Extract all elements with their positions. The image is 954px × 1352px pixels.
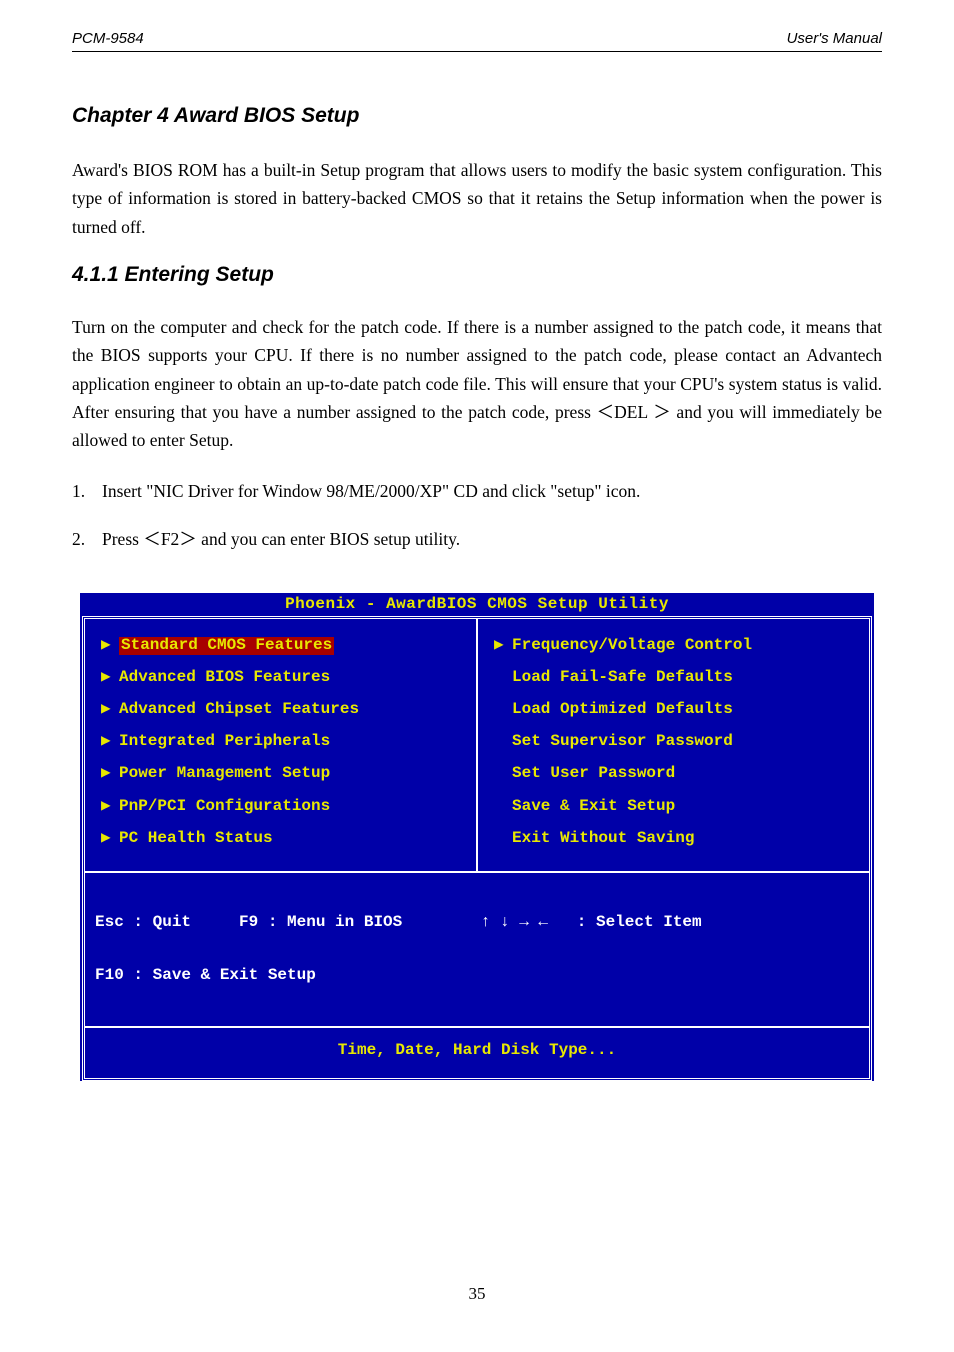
bios-menu-left: ▶Standard CMOS Features▶Advanced BIOS Fe… xyxy=(85,619,476,871)
bios-menu-item[interactable]: ▶PC Health Status xyxy=(101,830,466,848)
bios-menu-item[interactable]: ▶Integrated Peripherals xyxy=(101,733,466,751)
bios-key-line: Esc : Quit F9 : Menu in BIOS xyxy=(95,914,481,932)
submenu-arrow-icon: ▶ xyxy=(101,798,119,816)
header-left: PCM-9584 xyxy=(72,30,144,47)
section-paragraph: Turn on the computer and check for the p… xyxy=(72,313,882,455)
bios-menu-item[interactable]: Save & Exit Setup xyxy=(494,798,859,816)
bios-menu-label: Power Management Setup xyxy=(119,765,330,783)
bios-menu-item[interactable]: Exit Without Saving xyxy=(494,830,859,848)
bios-menu-label: Standard CMOS Features xyxy=(119,637,334,655)
bios-menu-label: Advanced Chipset Features xyxy=(119,701,359,719)
bios-menu-item[interactable]: ▶Advanced BIOS Features xyxy=(101,669,466,687)
bios-key-help: Esc : Quit F9 : Menu in BIOS F10 : Save … xyxy=(85,871,869,1026)
bios-menu-item[interactable]: Load Fail-Safe Defaults xyxy=(494,669,859,687)
bios-menu-label: Set User Password xyxy=(512,765,675,783)
bios-screenshot: Phoenix - AwardBIOS CMOS Setup Utility ▶… xyxy=(80,593,874,1080)
bios-menu-label: Load Optimized Defaults xyxy=(512,701,733,719)
bios-title: Phoenix - AwardBIOS CMOS Setup Utility xyxy=(80,593,874,616)
bios-menu-label: Exit Without Saving xyxy=(512,830,694,848)
submenu-arrow-icon: ▶ xyxy=(101,830,119,848)
bios-menu-label: Advanced BIOS Features xyxy=(119,669,330,687)
bios-menu-label: Frequency/Voltage Control xyxy=(512,637,752,655)
bios-menu-item[interactable]: ▶Advanced Chipset Features xyxy=(101,701,466,719)
page-number: 35 xyxy=(0,1284,954,1304)
bios-menu-item[interactable]: Set Supervisor Password xyxy=(494,733,859,751)
bios-menu-item[interactable]: Load Optimized Defaults xyxy=(494,701,859,719)
bios-menu-item[interactable]: Set User Password xyxy=(494,765,859,783)
chapter-heading: Chapter 4 Award BIOS Setup xyxy=(72,104,882,128)
instruction-item: 1. Insert "NIC Driver for Window 98/ME/2… xyxy=(72,477,882,505)
bios-menu-right: ▶Frequency/Voltage Control Load Fail-Safe… xyxy=(478,619,869,871)
instruction-text: Insert "NIC Driver for Window 98/ME/2000… xyxy=(102,477,882,505)
submenu-arrow-icon: ▶ xyxy=(101,765,119,783)
bios-menu-grid: ▶Standard CMOS Features▶Advanced BIOS Fe… xyxy=(85,619,869,871)
bios-menu-item[interactable]: ▶Standard CMOS Features xyxy=(101,637,466,655)
intro-paragraph: Award's BIOS ROM has a built-in Setup pr… xyxy=(72,156,882,241)
bios-menu-label: PnP/PCI Configurations xyxy=(119,798,330,816)
instruction-text: Press ＜F2＞ and you can enter BIOS setup … xyxy=(102,525,882,553)
bios-menu-item[interactable]: ▶Power Management Setup xyxy=(101,765,466,783)
instruction-number: 1. xyxy=(72,477,102,505)
section-heading: 4.1.1 Entering Setup xyxy=(72,263,882,287)
bios-menu-item[interactable]: ▶PnP/PCI Configurations xyxy=(101,798,466,816)
submenu-arrow-icon: ▶ xyxy=(494,637,512,655)
submenu-arrow-icon: ▶ xyxy=(101,637,119,655)
bios-menu-label: Set Supervisor Password xyxy=(512,733,733,751)
submenu-arrow-icon: ▶ xyxy=(101,669,119,687)
bios-menu-label: Load Fail-Safe Defaults xyxy=(512,669,733,687)
bios-key-line: F10 : Save & Exit Setup xyxy=(95,967,481,985)
page-header: PCM-9584 User's Manual xyxy=(72,30,882,52)
bios-menu-label: Integrated Peripherals xyxy=(119,733,330,751)
submenu-arrow-icon: ▶ xyxy=(101,733,119,751)
bios-menu-label: PC Health Status xyxy=(119,830,273,848)
bios-context-help: Time, Date, Hard Disk Type... xyxy=(85,1026,869,1078)
bios-menu-label: Save & Exit Setup xyxy=(512,798,675,816)
bios-key-line: ↑ ↓ → ← : Select Item xyxy=(481,914,859,932)
instruction-item: 2. Press ＜F2＞ and you can enter BIOS set… xyxy=(72,525,882,553)
submenu-arrow-icon: ▶ xyxy=(101,701,119,719)
instruction-list: 1. Insert "NIC Driver for Window 98/ME/2… xyxy=(72,477,882,554)
instruction-number: 2. xyxy=(72,525,102,553)
bios-menu-item[interactable]: ▶Frequency/Voltage Control xyxy=(494,637,859,655)
header-right: User's Manual xyxy=(787,30,882,47)
